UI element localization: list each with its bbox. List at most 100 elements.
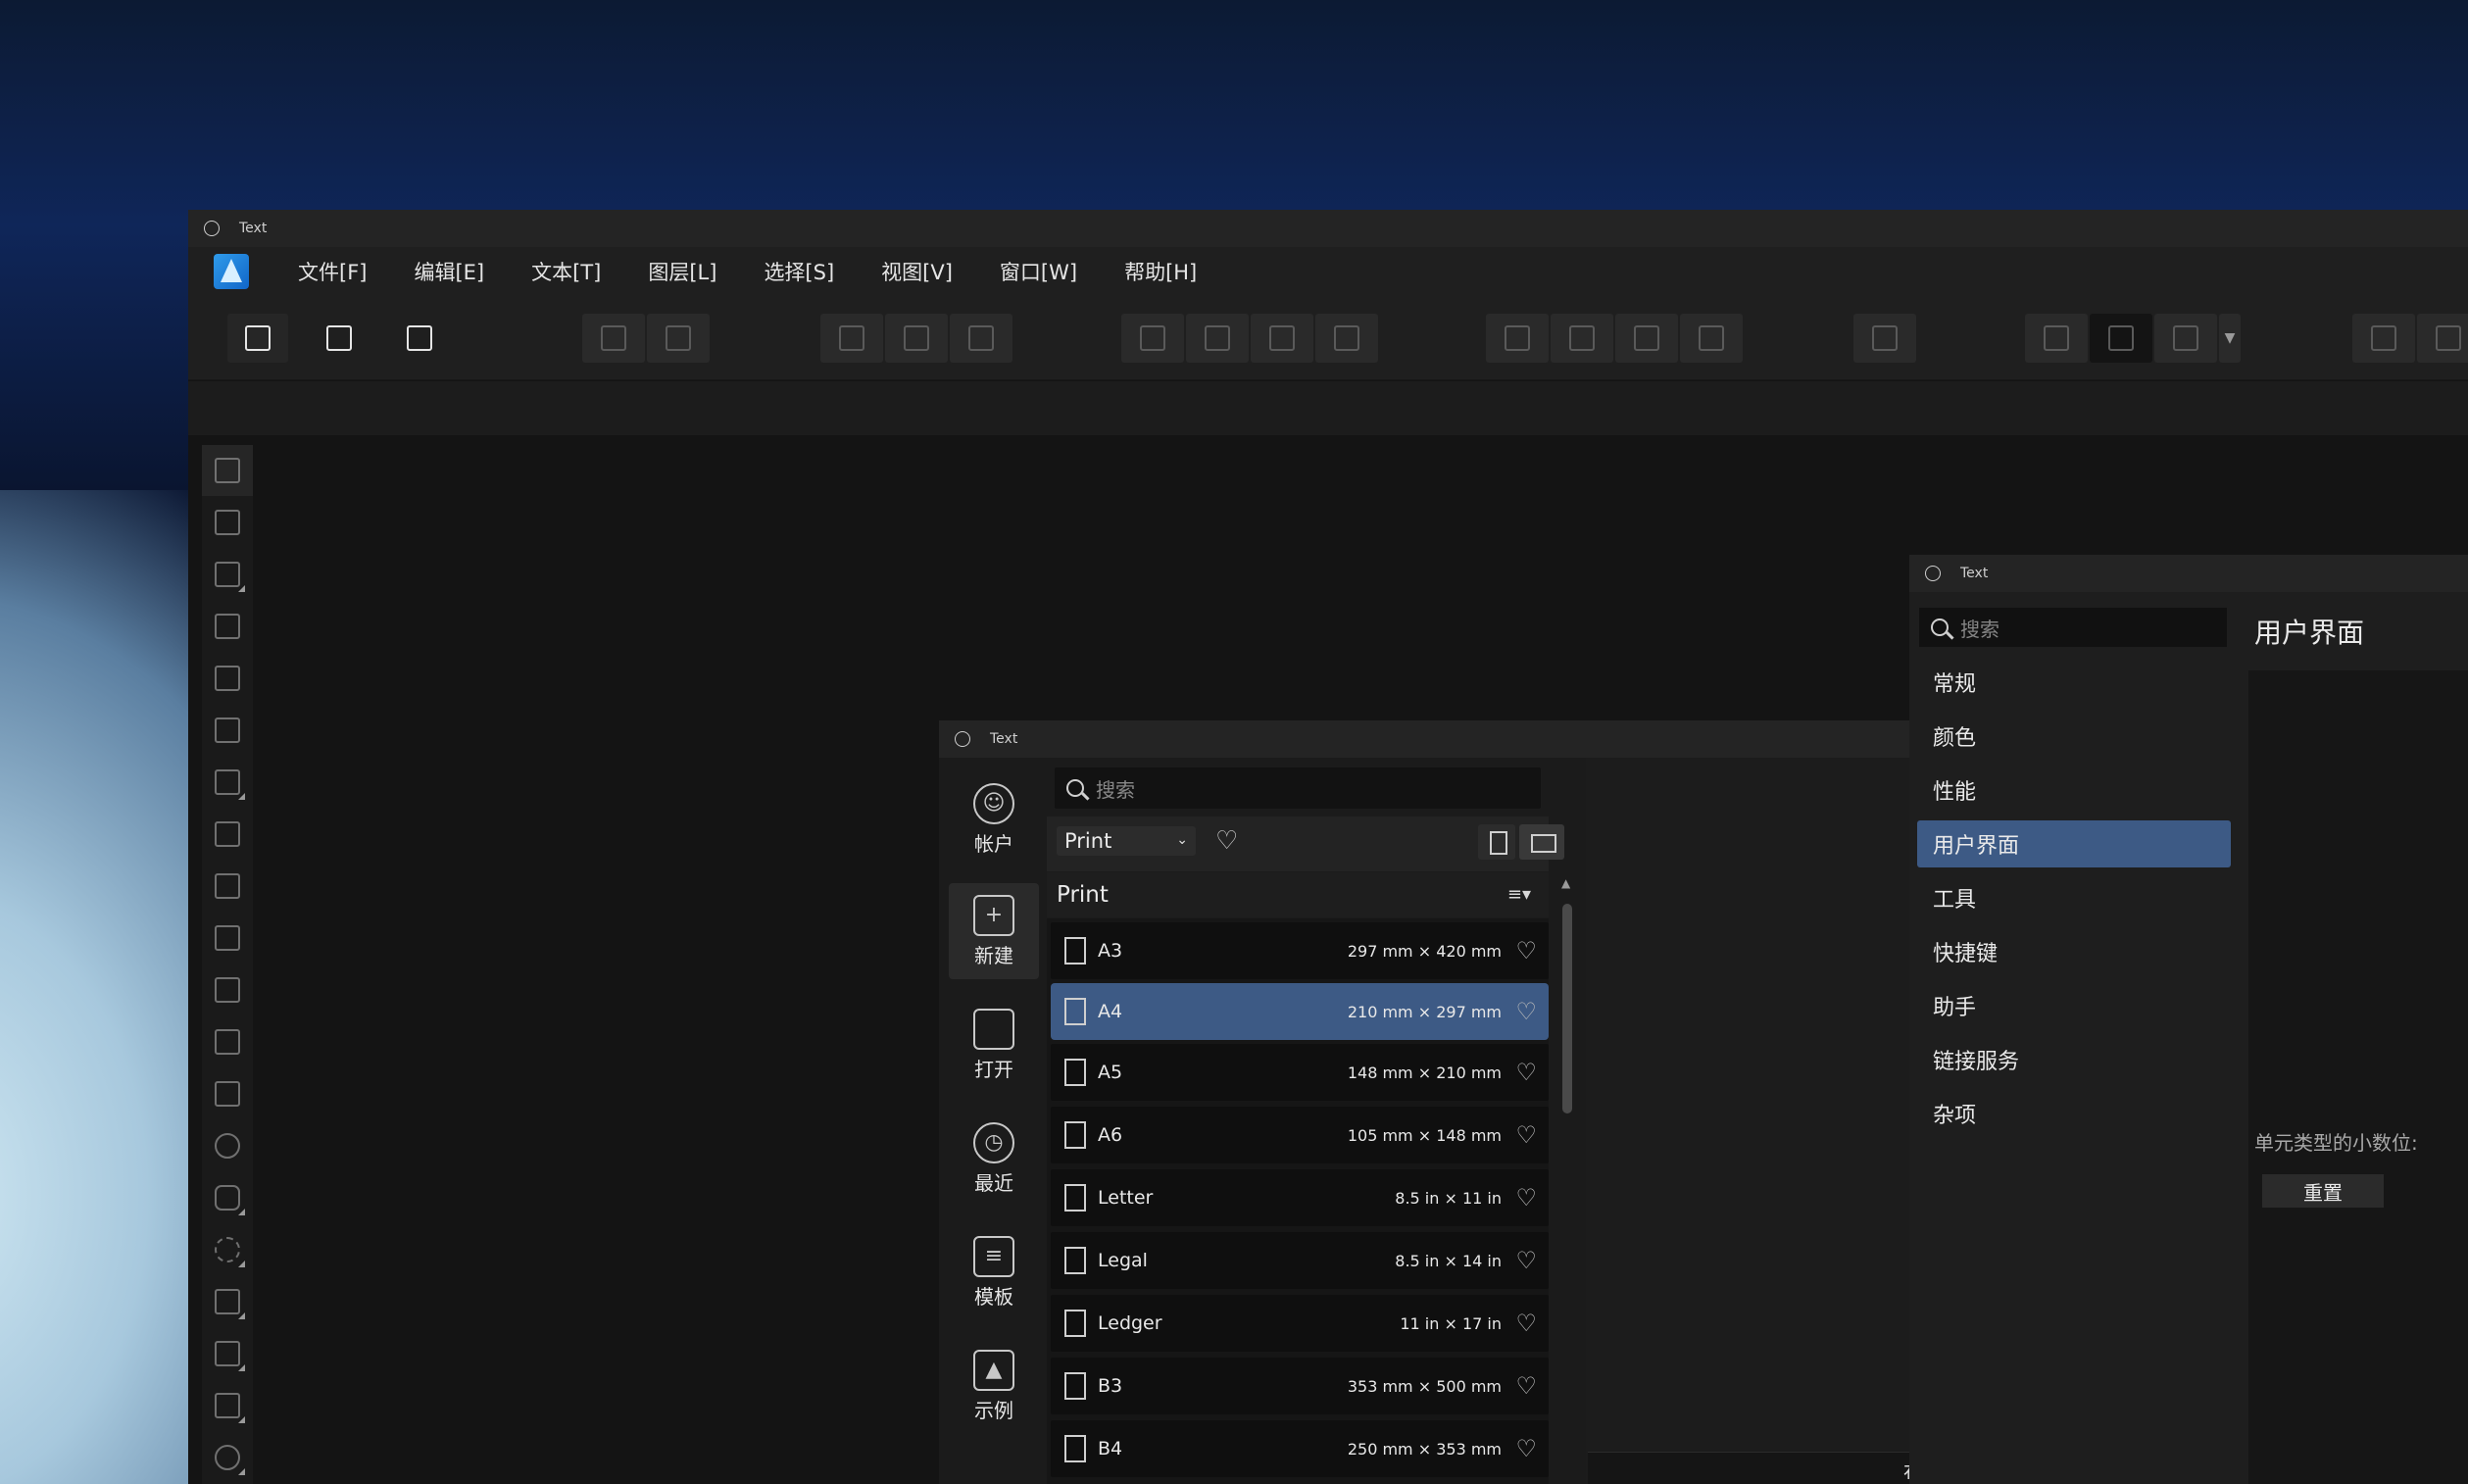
desktop-wallpaper: Text 文件[F] 编辑[E] 文本[T] 图层[L] 选择[S] 视图[V]… [0,0,2468,1484]
align-button[interactable] [1853,314,1916,363]
menu-layer[interactable]: 图层[L] [648,257,716,286]
menu-view[interactable]: 视图[V] [881,257,953,286]
favorite-heart-icon[interactable]: ♡ [1515,1247,1537,1274]
preset-row[interactable]: Legal 8.5 in × 14 in ♡ [1051,1232,1549,1289]
sort-menu-icon[interactable]: ≡▾ [1507,884,1531,905]
scroll-up-arrow-icon[interactable]: ▲ [1561,876,1570,890]
pen-tool[interactable] [202,705,253,756]
fill-tool[interactable] [202,913,253,964]
shape-tool[interactable] [202,1224,253,1275]
preset-row[interactable]: A3 297 mm × 420 mm ♡ [1051,922,1549,979]
menu-edit[interactable]: 编辑[E] [414,257,484,286]
pref-item-color[interactable]: 颜色 [1917,713,2231,760]
move-to-back-button[interactable] [1121,314,1184,363]
ellipse-tool[interactable] [202,1120,253,1171]
menu-help[interactable]: 帮助[H] [1124,257,1197,286]
favorite-heart-icon[interactable]: ♡ [1515,1310,1537,1337]
insert-inside-button[interactable] [820,314,883,363]
favorite-heart-icon[interactable]: ♡ [1515,1121,1537,1149]
pref-item-user-interface[interactable]: 用户界面 [1917,820,2231,867]
rounded-rectangle-tool[interactable] [202,1172,253,1223]
menu-text[interactable]: 文本[T] [531,257,601,286]
insert-behind-button[interactable] [885,314,948,363]
pref-item-linked-services[interactable]: 链接服务 [1917,1036,2231,1083]
favorites-heart-icon[interactable]: ♡ [1215,826,1238,856]
measure-tool[interactable] [202,1380,253,1431]
flip-horizontal-button[interactable] [1486,314,1549,363]
portrait-orientation-button[interactable] [1478,824,1515,860]
more-dropdown-button[interactable]: ▼ [2219,314,2241,363]
preferences-search-input[interactable]: 搜索 [1919,608,2227,647]
landscape-orientation-button[interactable] [1519,824,1564,860]
corner-tool[interactable] [202,653,253,704]
pref-item-shortcuts[interactable]: 快捷键 [1917,928,2231,975]
designer-persona-button[interactable] [227,314,288,363]
add-shape-button[interactable] [2352,314,2415,363]
preset-row[interactable]: B4 250 mm × 353 mm ♡ [1051,1420,1549,1477]
sidebar-account[interactable]: ☺ 帐户 [949,771,1039,867]
flyout-indicator-icon [238,793,245,800]
move-forward-one-button[interactable] [1251,314,1313,363]
artboard-tool[interactable] [202,497,253,548]
rotate-left-button[interactable] [1615,314,1678,363]
pixel-persona-button[interactable] [309,314,370,363]
favorite-heart-icon[interactable]: ♡ [1515,1059,1537,1086]
menu-window[interactable]: 窗口[W] [1000,257,1077,286]
preset-row-selected[interactable]: A4 210 mm × 297 mm ♡ [1051,983,1549,1040]
export-persona-button[interactable] [389,314,450,363]
favorite-heart-icon[interactable]: ♡ [1515,1184,1537,1212]
move-to-front-button[interactable] [1315,314,1378,363]
favorite-heart-icon[interactable]: ♡ [1515,1372,1537,1400]
favorite-heart-icon[interactable]: ♡ [1515,998,1537,1025]
insert-top-button[interactable] [950,314,1012,363]
sidebar-new[interactable]: + 新建 [949,883,1039,979]
preferences-title-bar[interactable]: Text [1909,555,2468,592]
scrollbar-thumb[interactable] [1562,904,1572,1113]
subtract-shape-button[interactable] [2417,314,2468,363]
pref-item-general[interactable]: 常规 [1917,659,2231,706]
sidebar-recent[interactable]: ◷ 最近 [949,1111,1039,1207]
category-dropdown[interactable]: Print ⌄ [1057,826,1196,856]
preset-search-input[interactable]: 搜索 [1055,767,1541,809]
sidebar-open[interactable]: 打开 [949,997,1039,1093]
preset-row[interactable]: Letter 8.5 in × 11 in ♡ [1051,1169,1549,1226]
pref-item-performance[interactable]: 性能 [1917,767,2231,814]
snap-to-grid-button[interactable] [2025,314,2088,363]
color-picker-tool[interactable] [202,1328,253,1379]
contour-tool[interactable] [202,601,253,652]
text-tool[interactable] [202,1276,253,1327]
pref-item-tools[interactable]: 工具 [1917,874,2231,921]
favorite-heart-icon[interactable]: ♡ [1515,1435,1537,1462]
rotate-right-button[interactable] [1680,314,1743,363]
move-back-one-button[interactable] [1186,314,1249,363]
snapping-button[interactable] [647,314,710,363]
reset-button[interactable]: 重置 [2262,1174,2384,1208]
sidebar-samples[interactable]: ▲ 示例 [949,1338,1039,1434]
settings-button[interactable] [582,314,645,363]
menu-select[interactable]: 选择[S] [764,257,834,286]
menu-file[interactable]: 文件[F] [298,257,367,286]
pref-item-miscellaneous[interactable]: 杂项 [1917,1090,2231,1137]
boolean-ops-button[interactable] [2090,314,2152,363]
favorite-heart-icon[interactable]: ♡ [1515,937,1537,965]
flip-vertical-button[interactable] [1551,314,1613,363]
move-tool[interactable] [202,445,253,496]
pencil-tool[interactable] [202,757,253,808]
sidebar-templates[interactable]: ≡ 模板 [949,1224,1039,1320]
link-button[interactable] [2154,314,2217,363]
place-image-tool[interactable] [202,965,253,1015]
crop-tool[interactable] [202,1016,253,1067]
preset-row[interactable]: Ledger 11 in × 17 in ♡ [1051,1295,1549,1352]
node-tool[interactable] [202,549,253,600]
main-title-bar[interactable]: Text [188,210,2468,247]
vector-brush-tool[interactable] [202,809,253,860]
zoom-tool[interactable] [202,1432,253,1483]
preset-list-scrollbar[interactable]: ▲ [1558,872,1576,1484]
paint-brush-tool[interactable] [202,861,253,912]
rectangle-tool[interactable] [202,1068,253,1119]
preset-row[interactable]: B3 353 mm × 500 mm ♡ [1051,1358,1549,1414]
preset-row[interactable]: A6 105 mm × 148 mm ♡ [1051,1107,1549,1163]
pref-item-assistant[interactable]: 助手 [1917,982,2231,1029]
new-document-title-bar[interactable]: Text [939,720,2017,758]
preset-row[interactable]: A5 148 mm × 210 mm ♡ [1051,1044,1549,1101]
